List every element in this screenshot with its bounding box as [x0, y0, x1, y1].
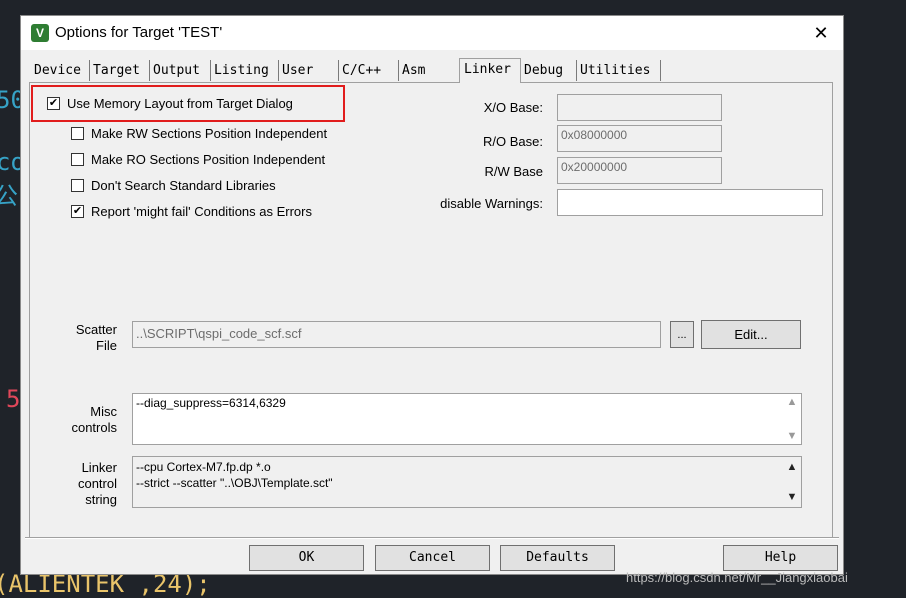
dialog-title: Options for Target 'TEST': [55, 24, 223, 41]
label-misc-line1: Misc: [90, 404, 117, 419]
scroll-up-icon[interactable]: ▲: [783, 459, 801, 475]
checkbox-might-fail-errors[interactable]: ✔: [71, 205, 84, 218]
scroll-down-icon[interactable]: ▼: [783, 430, 801, 442]
label-rw-base: R/W Base: [484, 164, 543, 179]
scatter-browse-button[interactable]: ...: [670, 321, 694, 348]
bottom-separator: [25, 537, 839, 539]
options-dialog: V Options for Target 'TEST' ✕ Device Tar…: [20, 15, 844, 575]
tab-listing[interactable]: Listing: [211, 60, 279, 81]
label-rw-position-independent: Make RW Sections Position Independent: [91, 126, 328, 141]
label-linker-control-string: Linker control string: [51, 460, 117, 508]
help-button[interactable]: Help: [723, 545, 838, 571]
title-bar: V Options for Target 'TEST' ✕: [21, 16, 843, 50]
close-icon[interactable]: ✕: [799, 16, 843, 50]
label-ro-position-independent: Make RO Sections Position Independent: [91, 152, 326, 167]
label-scatter-line2: File: [96, 338, 117, 353]
label-use-memory-layout: Use Memory Layout from Target Dialog: [67, 96, 293, 111]
ro-base-field[interactable]: 0x08000000: [557, 125, 722, 152]
disable-warnings-field[interactable]: [557, 189, 823, 216]
label-linker-line3: string: [85, 492, 117, 507]
xo-base-field[interactable]: [557, 94, 722, 121]
tab-linker[interactable]: Linker: [459, 58, 521, 83]
scatter-file-field[interactable]: ..\SCRIPT\qspi_code_scf.scf: [132, 321, 661, 348]
label-misc-line2: controls: [71, 420, 117, 435]
linker-control-string-textarea[interactable]: --cpu Cortex-M7.fp.dp *.o --strict --sca…: [132, 456, 802, 508]
rw-base-field[interactable]: 0x20000000: [557, 157, 722, 184]
label-misc-controls: Misc controls: [51, 404, 117, 436]
checkbox-use-memory-layout[interactable]: ✔: [47, 97, 60, 110]
tab-output[interactable]: Output: [150, 60, 211, 81]
tab-utilities[interactable]: Utilities: [577, 60, 661, 81]
watermark: https://blog.csdn.net/Mr__Jiangxiaobai: [626, 570, 848, 585]
scroll-down-icon[interactable]: ▼: [783, 489, 801, 505]
scatter-edit-button[interactable]: Edit...: [701, 320, 801, 349]
label-ro-base: R/O Base:: [483, 134, 543, 149]
tab-user[interactable]: User: [279, 60, 339, 81]
bg-code-cjk: 公: [0, 182, 18, 210]
misc-scrollbar[interactable]: ▲ ▼: [783, 394, 801, 444]
label-xo-base: X/O Base:: [483, 100, 543, 115]
checkbox-dont-search-libraries[interactable]: [71, 179, 84, 192]
linker-string-line2: --strict --scatter "..\OBJ\Template.sct": [136, 476, 333, 490]
misc-controls-value: --diag_suppress=6314,6329: [136, 396, 286, 410]
misc-controls-textarea[interactable]: --diag_suppress=6314,6329 ▲ ▼: [132, 393, 802, 445]
keil-app-icon: V: [31, 24, 49, 42]
tab-debug[interactable]: Debug: [521, 60, 577, 81]
defaults-button[interactable]: Defaults: [500, 545, 615, 571]
checkbox-rw-position-independent[interactable]: [71, 127, 84, 140]
linker-string-line1: --cpu Cortex-M7.fp.dp *.o: [136, 460, 271, 474]
tab-target[interactable]: Target: [90, 60, 150, 81]
tab-asm[interactable]: Asm: [399, 60, 459, 81]
tab-device[interactable]: Device: [31, 60, 90, 81]
label-disable-warnings: disable Warnings:: [440, 196, 543, 211]
label-scatter-line1: Scatter: [75, 322, 117, 337]
label-linker-line2: control: [77, 476, 117, 491]
label-scatter-file: Scatter File: [51, 322, 117, 354]
linker-scrollbar[interactable]: ▲ ▼: [783, 457, 801, 507]
scroll-up-icon[interactable]: ▲: [783, 396, 801, 408]
ok-button[interactable]: OK: [249, 545, 364, 571]
bg-code-5: 5: [6, 385, 21, 413]
tab-cpp[interactable]: C/C++: [339, 60, 399, 81]
label-linker-line1: Linker: [81, 460, 117, 475]
cancel-button[interactable]: Cancel: [375, 545, 490, 571]
label-might-fail-errors: Report 'might fail' Conditions as Errors: [91, 204, 312, 219]
tab-strip: Device Target Output Listing User C/C++ …: [31, 58, 841, 83]
label-dont-search-libraries: Don't Search Standard Libraries: [91, 178, 276, 193]
checkbox-ro-position-independent[interactable]: [71, 153, 84, 166]
